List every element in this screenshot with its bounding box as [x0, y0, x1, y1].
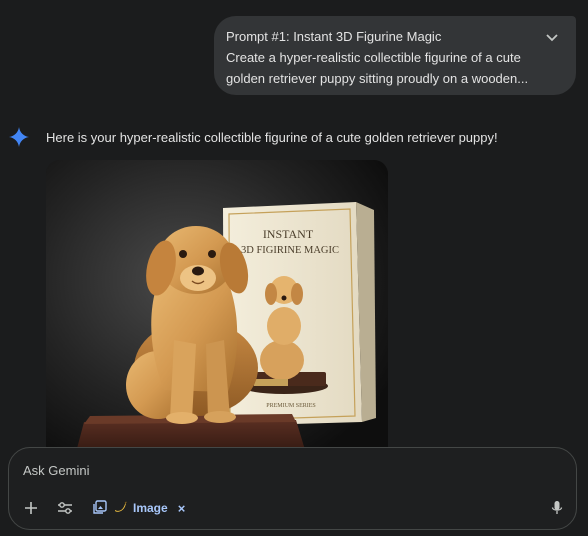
user-prompt-bubble[interactable]: Prompt #1: Instant 3D Figurine Magic Cre… [214, 16, 576, 95]
plus-icon[interactable] [19, 498, 43, 518]
chat-page: Prompt #1: Instant 3D Figurine Magic Cre… [0, 0, 588, 536]
generated-figurine-image[interactable]: INSTANT 3D FIGIRINE MAGIC PREMIUM SERIES [46, 160, 388, 460]
gemini-spark-icon [9, 127, 29, 147]
image-chip-label: Image [133, 501, 168, 515]
box-footer-text: PREMIUM SERIES [266, 403, 316, 409]
image-gallery-icon [93, 499, 107, 517]
close-icon[interactable]: × [178, 501, 186, 516]
ask-gemini-input[interactable] [23, 463, 543, 478]
box-title-line-2: 3D FIGIRINE MAGIC [241, 245, 339, 256]
prompt-title: Prompt #1: Instant 3D Figurine Magic [226, 29, 442, 44]
response-text: Here is your hyper-realistic collectible… [46, 130, 498, 145]
chevron-down-icon[interactable] [544, 30, 560, 46]
image-tool-chip[interactable]: Image × [93, 497, 185, 519]
tune-icon[interactable] [53, 498, 77, 518]
prompt-text-line-1: Create a hyper-realistic collectible fig… [226, 50, 521, 65]
prompt-text-line-2: golden retriever puppy sitting proudly o… [226, 71, 529, 86]
banana-icon [113, 500, 127, 517]
prompt-input-box: Image × [8, 447, 577, 530]
box-title-line-1: INSTANT [263, 227, 314, 241]
microphone-icon[interactable] [545, 498, 569, 518]
